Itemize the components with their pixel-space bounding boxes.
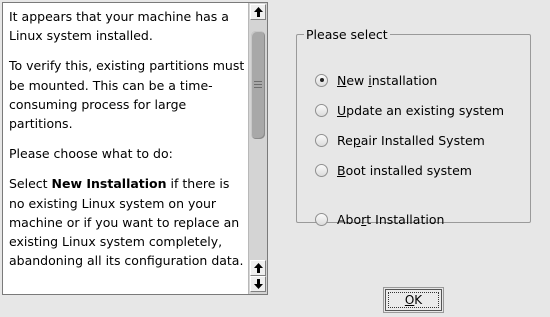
option-label: Update an existing system [337,103,504,118]
label-part: Re [337,132,353,148]
label-part: ew [346,72,369,88]
scroll-up-button[interactable] [250,4,266,20]
option-abort-installation[interactable]: Abort Installation [315,210,444,228]
arrow-down-icon [253,279,263,289]
focus-indicator [388,292,439,308]
info-bold-text: New Installation [51,176,167,192]
scroll-down-button[interactable] [250,276,266,292]
mnemonic-letter: B [337,162,346,178]
label-part: t Installation [366,211,445,227]
mnemonic-letter: N [337,72,347,88]
option-new-installation[interactable]: New installation [315,71,437,89]
scroll-up-button-lower[interactable] [250,260,266,276]
option-update-system[interactable]: Update an existing system [315,101,504,119]
option-repair-system[interactable]: Repair Installed System [315,131,485,149]
mnemonic-letter: p [352,132,361,148]
radio-button[interactable] [315,212,328,226]
info-paragraph: To verify this, existing partitions must… [9,58,245,132]
scrollbar-thumb[interactable] [251,31,265,139]
radio-button[interactable] [315,133,328,147]
info-paragraph: Please choose what to do: [9,146,173,162]
ok-button[interactable]: OK [383,287,444,313]
label-part: oot installed system [345,162,472,178]
label-part: Abo [337,211,362,227]
scrollbar-grip [254,81,262,88]
radio-button[interactable] [315,103,328,117]
options-group: Please select New installation Update an… [296,27,531,227]
info-paragraph: Select New Installation if there is no e… [9,174,247,270]
info-text-area: It appears that your machine has a Linux… [3,3,247,294]
arrow-up-icon [253,7,263,17]
arrow-up-icon [253,263,263,273]
label-part: nstallation [371,72,438,88]
option-boot-system[interactable]: Boot installed system [315,161,472,179]
label-part: air Installed System [360,132,485,148]
info-text-span: Select [9,176,52,192]
option-label: New installation [337,73,437,88]
option-label: Boot installed system [337,163,472,178]
vertical-scrollbar[interactable] [248,3,267,294]
info-paragraph: It appears that your machine has a Linux… [9,9,229,44]
info-text-panel[interactable]: It appears that your machine has a Linux… [2,2,268,295]
label-part: pdate an existing system [346,102,505,118]
radio-button[interactable] [315,163,328,177]
option-label: Abort Installation [337,212,444,227]
options-group-legend: Please select [306,27,388,42]
radio-button-selected[interactable] [315,73,328,87]
mnemonic-letter: U [337,102,347,118]
option-label: Repair Installed System [337,133,485,148]
